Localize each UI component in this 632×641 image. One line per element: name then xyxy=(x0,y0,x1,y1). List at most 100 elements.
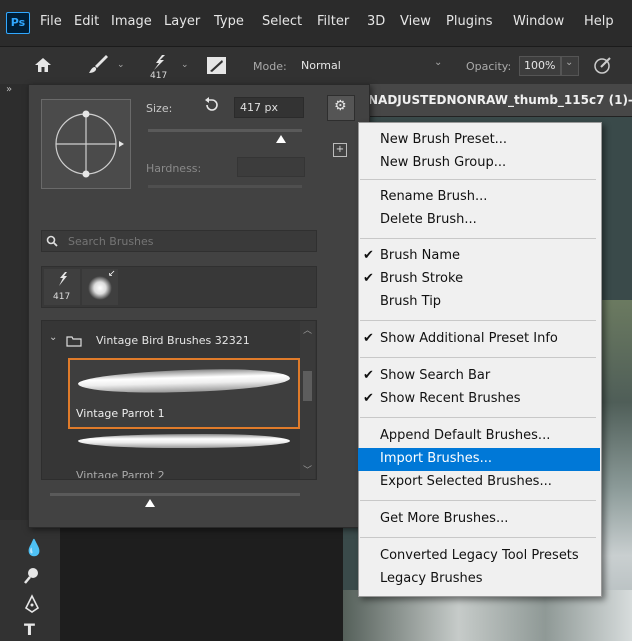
menu-item-brush-name[interactable]: ✔ Brush Name xyxy=(358,245,600,268)
menu-image[interactable]: Image xyxy=(111,14,152,29)
pen-tool-icon[interactable] xyxy=(22,594,42,614)
menu-item-converted-legacy-tool-presets[interactable]: Converted Legacy Tool Presets xyxy=(358,545,600,568)
menu-item-show-additional-preset-info[interactable]: ✔ Show Additional Preset Info xyxy=(358,328,600,351)
checkmark-icon: ✔ xyxy=(363,248,374,263)
search-input[interactable] xyxy=(66,232,310,250)
menu-item-delete-brush[interactable]: Delete Brush... xyxy=(358,209,600,232)
menu-item-rename-brush[interactable]: Rename Brush... xyxy=(358,186,600,209)
brush-item-name: Vintage Parrot 1 xyxy=(76,407,165,420)
brush-group-name[interactable]: Vintage Bird Brushes 32321 xyxy=(96,334,250,347)
menu-item-show-recent-brushes[interactable]: ✔ Show Recent Brushes xyxy=(358,388,600,411)
gear-icon: ⚙ xyxy=(334,98,347,114)
brush-preset-icon[interactable] xyxy=(150,53,168,71)
brush-panel-menu-items: New Brush Preset... New Brush Group... R… xyxy=(358,122,600,595)
menu-separator xyxy=(360,238,596,239)
menu-item-export-selected-brushes[interactable]: Export Selected Brushes... xyxy=(358,471,600,494)
chevron-down-icon[interactable]: ⌄ xyxy=(117,60,125,70)
size-label: Size: xyxy=(146,102,173,115)
menu-item-show-search-bar[interactable]: ✔ Show Search Bar xyxy=(358,365,600,388)
menu-file[interactable]: File xyxy=(40,14,62,29)
photoshop-logo: Ps xyxy=(6,12,30,34)
menu-separator xyxy=(360,320,596,321)
menu-item-append-default-brushes[interactable]: Append Default Brushes... xyxy=(358,425,600,448)
search-brushes-field[interactable] xyxy=(41,230,317,252)
folder-icon xyxy=(66,336,82,347)
chevron-down-icon: ﹀ xyxy=(303,466,313,476)
menu-separator xyxy=(360,537,596,538)
menu-item-import-brushes[interactable]: Import Brushes... xyxy=(358,448,600,471)
recent-brushes: 417 ↙ xyxy=(41,266,317,308)
brush-preset-icon xyxy=(59,272,67,286)
opacity-dropdown-button[interactable]: ⌄ xyxy=(561,56,579,76)
menu-bar: Ps File Edit Image Layer Type Select Fil… xyxy=(0,0,632,46)
checkmark-icon: ✔ xyxy=(363,331,374,346)
menu-view[interactable]: View xyxy=(400,14,431,29)
brush-tip-preview[interactable] xyxy=(41,99,131,189)
size-slider-thumb[interactable] xyxy=(275,134,287,144)
home-icon[interactable] xyxy=(34,57,52,73)
menu-edit[interactable]: Edit xyxy=(74,14,99,29)
menu-type[interactable]: Type xyxy=(214,14,244,29)
menu-layer[interactable]: Layer xyxy=(164,14,200,29)
scrollbar[interactable]: ︿ ﹀ xyxy=(300,321,315,479)
checkmark-icon: ✔ xyxy=(363,271,374,286)
menu-plugins[interactable]: Plugins xyxy=(446,14,493,29)
checkmark-icon: ✔ xyxy=(363,391,374,406)
menu-item-brush-tip[interactable]: Brush Tip xyxy=(358,291,600,314)
menu-filter[interactable]: Filter xyxy=(317,14,349,29)
pressure-opacity-icon[interactable] xyxy=(593,55,613,75)
new-group-icon[interactable]: + xyxy=(333,143,347,157)
menu-select[interactable]: Select xyxy=(262,14,302,29)
mode-dropdown[interactable]: Normal ⌄ xyxy=(296,56,446,75)
menu-separator xyxy=(360,417,596,418)
settings-gear-button[interactable]: ⚙ xyxy=(327,95,355,121)
size-slider-track[interactable] xyxy=(148,129,302,132)
menu-help[interactable]: Help xyxy=(584,14,614,29)
menu-item-new-brush-group[interactable]: New Brush Group... xyxy=(358,152,600,175)
menu-item-legacy-brushes[interactable]: Legacy Brushes xyxy=(358,568,600,591)
opacity-input[interactable]: 100% xyxy=(519,56,561,76)
dodge-tool-icon[interactable] xyxy=(22,566,42,586)
type-tool-icon[interactable]: T xyxy=(24,620,35,639)
soft-round-brush-thumb xyxy=(88,276,112,300)
hardness-slider-track[interactable] xyxy=(148,185,302,188)
recent-brush-2[interactable]: ↙ xyxy=(82,269,118,305)
tools-panel: 💧 T xyxy=(0,520,60,641)
checkmark-icon: ✔ xyxy=(363,368,374,383)
menu-separator xyxy=(360,357,596,358)
menu-3d[interactable]: 3D xyxy=(367,14,385,29)
menu-separator xyxy=(360,500,596,501)
brush-settings-panel-icon[interactable] xyxy=(207,57,226,74)
brush-stroke-preview xyxy=(78,434,290,448)
document-title: NADJUSTEDNONRAW_thumb_115c7 (1)-I xyxy=(368,93,632,107)
chevron-down-icon[interactable]: ⌄ xyxy=(49,332,57,343)
reset-size-icon[interactable] xyxy=(203,97,221,113)
arrow-icon: ↙ xyxy=(108,269,116,279)
menu-item-new-brush-preset[interactable]: New Brush Preset... xyxy=(358,129,600,152)
brush-angle-icon xyxy=(55,110,124,178)
brush-list: ⌄ Vintage Bird Brushes 32321 Vintage Par… xyxy=(41,320,317,480)
brush-size-badge: 417 xyxy=(150,71,168,81)
mode-label: Mode: xyxy=(253,60,287,73)
menu-window[interactable]: Window xyxy=(513,14,564,29)
scrollbar-thumb[interactable] xyxy=(303,371,312,401)
preview-size-slider-thumb[interactable] xyxy=(144,498,156,508)
opacity-value: 100% xyxy=(524,59,556,72)
preview-size-slider-track[interactable] xyxy=(50,493,300,496)
mode-value: Normal xyxy=(301,59,341,72)
blur-tool-icon[interactable]: 💧 xyxy=(24,538,44,557)
size-input[interactable]: 417 px xyxy=(234,97,304,118)
chevron-down-icon: ⌄ xyxy=(434,57,443,68)
size-value: 417 px xyxy=(240,101,278,114)
chevron-down-icon[interactable]: ⌄ xyxy=(181,60,189,70)
recent-brush-1[interactable]: 417 xyxy=(44,269,80,305)
brush-item-selected[interactable]: Vintage Parrot 1 xyxy=(68,358,300,429)
menu-item-get-more-brushes[interactable]: Get More Brushes... xyxy=(358,508,600,531)
menu-item-brush-stroke[interactable]: ✔ Brush Stroke xyxy=(358,268,600,291)
brush-tool-icon[interactable] xyxy=(88,55,110,75)
expand-panels-icon[interactable]: » xyxy=(6,84,12,95)
brush-item[interactable]: Vintage Parrot 2 xyxy=(68,428,298,478)
brush-stroke-preview xyxy=(77,367,291,395)
hardness-input[interactable] xyxy=(237,157,305,177)
search-icon xyxy=(46,235,58,247)
